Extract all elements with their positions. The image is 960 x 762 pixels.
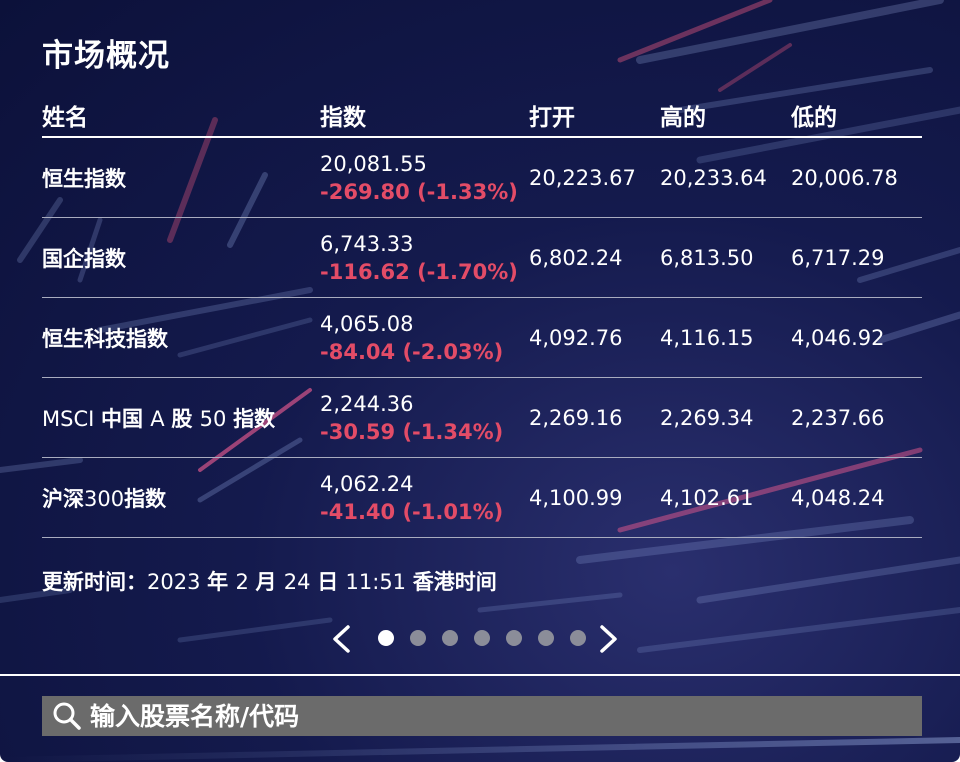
index-cell: 6,743.33 -116.62 (-1.70%): [320, 217, 529, 298]
market-overview-widget: 市场概况 姓名 指数 打开 高的 低的 恒生指数 20,081.55 -269.…: [0, 0, 960, 762]
high-value: 6,813.50: [660, 217, 791, 298]
index-cell: 20,081.55 -269.80 (-1.33%): [320, 137, 529, 218]
table-row[interactable]: 恒生指数 20,081.55 -269.80 (-1.33%) 20,223.6…: [42, 137, 922, 218]
low-value: 4,046.92: [791, 297, 922, 378]
low-value: 20,006.78: [791, 137, 922, 218]
high-value: 4,116.15: [660, 297, 791, 378]
table-row[interactable]: MSCI 中国 A 股 50 指数 2,244.36 -30.59 (-1.34…: [42, 377, 922, 458]
index-name: 恒生科技指数: [42, 297, 320, 378]
index-name: MSCI 中国 A 股 50 指数: [42, 377, 320, 458]
high-value: 20,233.64: [660, 137, 791, 218]
index-name: 国企指数: [42, 217, 320, 298]
high-value: 2,269.34: [660, 377, 791, 458]
low-value: 2,237.66: [791, 377, 922, 458]
pager-dot[interactable]: [570, 630, 586, 646]
pager-dot[interactable]: [506, 630, 522, 646]
chevron-right-icon[interactable]: [594, 624, 622, 654]
search-input[interactable]: [90, 697, 890, 735]
index-change: -30.59 (-1.34%): [320, 419, 504, 444]
open-value: 4,100.99: [529, 457, 660, 538]
index-change: -84.04 (-2.03%): [320, 339, 504, 364]
index-cell: 4,062.24 -41.40 (-1.01%): [320, 457, 529, 538]
index-cell: 4,065.08 -84.04 (-2.03%): [320, 297, 529, 378]
column-header-index: 指数: [320, 94, 529, 138]
page-title: 市场概况: [42, 38, 170, 74]
index-cell: 2,244.36 -30.59 (-1.34%): [320, 377, 529, 458]
index-value: 20,081.55: [320, 151, 427, 176]
pager-dot[interactable]: [474, 630, 490, 646]
pager-dot[interactable]: [378, 630, 394, 646]
stock-search-bar[interactable]: [42, 696, 922, 736]
low-value: 4,048.24: [791, 457, 922, 538]
column-header-low: 低的: [791, 94, 922, 138]
update-time-label: 更新时间：: [42, 570, 147, 594]
chevron-left-icon[interactable]: [328, 624, 356, 654]
carousel-pager: [328, 620, 628, 656]
index-value: 4,065.08: [320, 311, 414, 336]
index-change: -116.62 (-1.70%): [320, 259, 518, 284]
pager-dot[interactable]: [410, 630, 426, 646]
low-value: 6,717.29: [791, 217, 922, 298]
index-value: 4,062.24: [320, 471, 414, 496]
index-change: -269.80 (-1.33%): [320, 179, 518, 204]
table-row[interactable]: 沪深300指数 4,062.24 -41.40 (-1.01%) 4,100.9…: [42, 457, 922, 538]
table-row[interactable]: 国企指数 6,743.33 -116.62 (-1.70%) 6,802.24 …: [42, 217, 922, 298]
search-icon[interactable]: [52, 701, 82, 731]
index-name: 恒生指数: [42, 137, 320, 218]
section-divider: [0, 674, 960, 676]
table-header-row: 姓名 指数 打开 高的 低的: [42, 94, 922, 138]
high-value: 4,102.61: [660, 457, 791, 538]
pager-dot[interactable]: [538, 630, 554, 646]
index-value: 6,743.33: [320, 231, 414, 256]
index-name: 沪深300指数: [42, 457, 320, 538]
index-value: 2,244.36: [320, 391, 414, 416]
column-header-open: 打开: [529, 94, 660, 138]
column-header-name: 姓名: [42, 94, 320, 138]
pager-dot[interactable]: [442, 630, 458, 646]
table-row[interactable]: 恒生科技指数 4,065.08 -84.04 (-2.03%) 4,092.76…: [42, 297, 922, 378]
open-value: 2,269.16: [529, 377, 660, 458]
index-change: -41.40 (-1.01%): [320, 499, 504, 524]
open-value: 6,802.24: [529, 217, 660, 298]
open-value: 20,223.67: [529, 137, 660, 218]
open-value: 4,092.76: [529, 297, 660, 378]
update-time: 更新时间：2023 年 2 月 24 日 11:51 香港时间: [42, 570, 497, 594]
column-header-high: 高的: [660, 94, 791, 138]
market-table: 姓名 指数 打开 高的 低的 恒生指数 20,081.55 -269.80 (-…: [42, 94, 922, 538]
